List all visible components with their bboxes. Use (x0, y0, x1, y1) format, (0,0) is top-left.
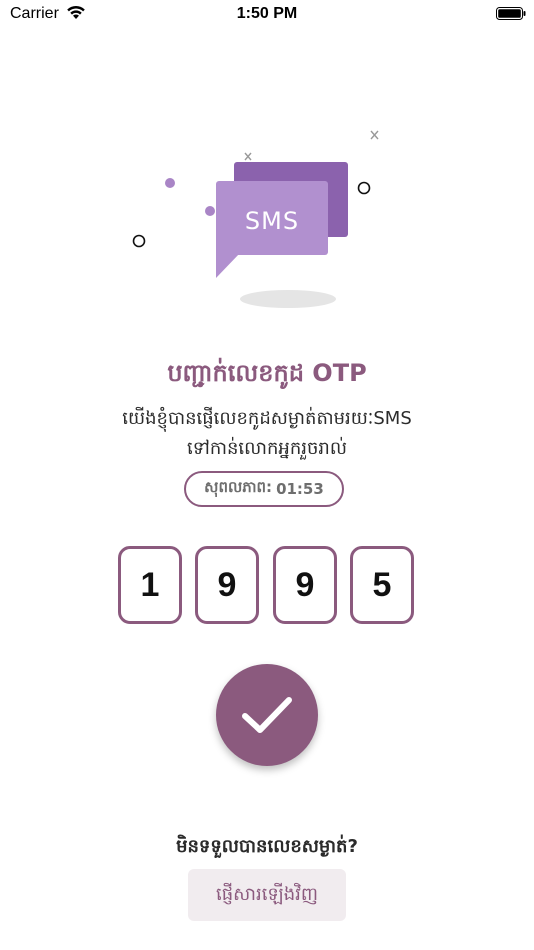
page-title: បញ្ជាក់លេខកូដ OTP (167, 359, 367, 387)
dot-purple-2 (205, 206, 215, 216)
otp-digit-2[interactable]: 9 (195, 546, 259, 624)
subtitle-line-2: ទៅកាន់លោកអ្នករួចរាល់ (187, 438, 347, 459)
timer-value: 01:53 (276, 480, 324, 498)
clock: 1:50 PM (236, 5, 298, 22)
x-mark-2 (244, 152, 252, 161)
resend-question: មិនទទួលបានលេខសម្ងាត់? (176, 836, 358, 857)
timer-label: សុពលភាព: (204, 478, 273, 496)
otp-digit-3[interactable]: 9 (273, 546, 337, 624)
dot-purple-1 (165, 178, 175, 188)
sms-text: SMS (245, 207, 299, 235)
shadow-ellipse (240, 290, 336, 308)
checkmark-icon (242, 697, 292, 733)
otp-input-row: 1 9 9 5 (118, 546, 418, 624)
confirm-button[interactable] (216, 664, 318, 766)
resend-button[interactable]: ផ្ញើសារឡើងវិញ (188, 869, 346, 921)
x-mark-1 (370, 130, 379, 140)
subtitle: យើងខ្ញុំបានផ្ញើលេខកូដសម្ងាត់តាមរយៈSMS ទៅ… (40, 404, 494, 464)
circle-outline-2 (357, 181, 371, 195)
validity-timer: សុពលភាព: 01:53 (184, 471, 344, 507)
status-bar: Carrier 1:50 PM (0, 0, 534, 28)
otp-digit-1[interactable]: 1 (118, 546, 182, 624)
circle-outline-1 (132, 234, 146, 248)
sms-illustration: SMS (132, 130, 379, 308)
battery-icon (496, 7, 526, 20)
subtitle-line-1: យើងខ្ញុំបានផ្ញើលេខកូដសម្ងាត់តាមរយៈSMS (122, 408, 412, 429)
otp-digit-4[interactable]: 5 (350, 546, 414, 624)
